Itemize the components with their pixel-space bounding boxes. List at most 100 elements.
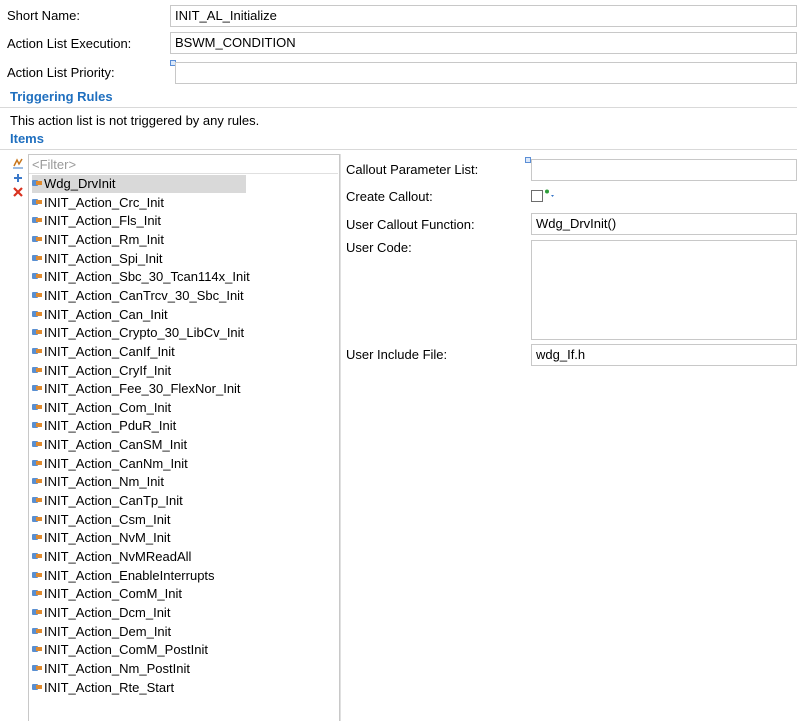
list-item-label: INIT_Action_Fee_30_FlexNor_Init: [44, 381, 241, 397]
list-item[interactable]: INIT_Action_PduR_Init: [32, 417, 180, 435]
list-item[interactable]: INIT_Action_CanIf_Init: [32, 343, 179, 361]
list-item[interactable]: INIT_Action_Csm_Init: [32, 511, 174, 529]
list-item-label: INIT_Action_Sbc_30_Tcan114x_Init: [44, 269, 250, 285]
list-item-label: INIT_Action_CanSM_Init: [44, 437, 188, 453]
action-item-icon: [32, 589, 42, 597]
triggering-rules-title: Triggering Rules: [10, 89, 113, 104]
action-item-icon: [32, 291, 42, 299]
user-callout-input[interactable]: Wdg_DrvInit(): [531, 213, 797, 235]
list-item[interactable]: INIT_Action_Crc_Init: [32, 194, 168, 212]
short-name-label: Short Name:: [7, 8, 80, 23]
action-item-icon: [32, 254, 42, 262]
list-item[interactable]: INIT_Action_Crypto_30_LibCv_Init: [32, 324, 248, 342]
list-item[interactable]: INIT_Action_CanTrcv_30_Sbc_Init: [32, 287, 248, 305]
list-item-label: INIT_Action_NvM_Init: [44, 530, 171, 546]
list-item[interactable]: INIT_Action_ComM_PostInit: [32, 641, 212, 659]
list-item[interactable]: INIT_Action_EnableInterrupts: [32, 567, 219, 585]
user-callout-label: User Callout Function:: [346, 217, 475, 232]
list-item-label: Wdg_DrvInit: [44, 176, 116, 191]
action-item-icon: [32, 533, 42, 541]
action-item-icon: [32, 403, 42, 411]
list-item-label: INIT_Action_CryIf_Init: [44, 362, 172, 378]
action-item-icon: [32, 552, 42, 560]
action-item-icon: [32, 477, 42, 485]
user-code-textarea[interactable]: [531, 240, 797, 340]
list-item[interactable]: INIT_Action_CanSM_Init: [32, 436, 191, 454]
list-item-label: INIT_Action_Crypto_30_LibCv_Init: [44, 325, 245, 341]
action-item-icon: [32, 496, 42, 504]
list-item[interactable]: INIT_Action_Nm_PostInit: [32, 660, 194, 678]
list-item[interactable]: INIT_Action_Dem_Init: [32, 623, 175, 641]
list-item-label: INIT_Action_Rte_Start: [44, 679, 175, 695]
priority-label: Action List Priority:: [7, 65, 115, 80]
list-item[interactable]: INIT_Action_Fls_Init: [32, 212, 165, 230]
list-item-label: INIT_Action_Com_Init: [44, 399, 172, 415]
list-item[interactable]: INIT_Action_NvM_Init: [32, 529, 174, 547]
list-item-label: INIT_Action_CanTp_Init: [44, 493, 183, 509]
action-item-icon: [32, 310, 42, 318]
action-item-icon: [32, 198, 42, 206]
action-item-icon: [32, 627, 42, 635]
list-item-label: INIT_Action_Nm_Init: [44, 474, 164, 490]
create-callout-checkbox[interactable]: [531, 190, 543, 202]
section-divider: [0, 149, 797, 150]
delete-icon[interactable]: [11, 186, 25, 198]
action-item-icon: [32, 459, 42, 467]
list-item-label: INIT_Action_EnableInterrupts: [44, 567, 215, 583]
list-item-label: INIT_Action_Dem_Init: [44, 623, 172, 639]
list-item-label: INIT_Action_NvMReadAll: [44, 549, 192, 564]
action-item-icon: [32, 179, 42, 187]
list-item-label: INIT_Action_CanNm_Init: [44, 455, 188, 471]
action-item-icon: [32, 384, 42, 392]
list-item[interactable]: INIT_Action_Rte_Start: [32, 679, 178, 697]
list-item-label: INIT_Action_ComM_Init: [44, 586, 182, 602]
short-name-input[interactable]: INIT_AL_Initialize: [170, 5, 797, 27]
priority-input[interactable]: [175, 62, 797, 84]
list-item-label: INIT_Action_PduR_Init: [44, 418, 177, 434]
action-item-icon: [32, 515, 42, 523]
sort-icon[interactable]: [11, 157, 25, 169]
list-item-label: INIT_Action_Csm_Init: [44, 511, 171, 527]
action-item-icon: [32, 683, 42, 691]
user-code-label: User Code:: [346, 240, 412, 255]
action-item-icon: [32, 235, 42, 243]
list-item-label: INIT_Action_Can_Init: [44, 306, 168, 322]
action-item-icon: [32, 664, 42, 672]
action-item-icon: [32, 421, 42, 429]
list-item[interactable]: INIT_Action_Can_Init: [32, 306, 172, 324]
action-item-icon: [32, 645, 42, 653]
list-item-label: INIT_Action_CanTrcv_30_Sbc_Init: [44, 287, 244, 303]
add-icon[interactable]: [11, 172, 25, 184]
list-item[interactable]: INIT_Action_NvMReadAll: [32, 548, 195, 566]
list-item[interactable]: Wdg_DrvInit: [32, 175, 246, 193]
action-item-icon: [32, 216, 42, 224]
include-file-label: User Include File:: [346, 347, 448, 362]
action-item-icon: [32, 347, 42, 355]
action-item-icon: [32, 608, 42, 616]
execution-label: Action List Execution:: [7, 36, 132, 51]
list-item[interactable]: INIT_Action_CryIf_Init: [32, 362, 175, 380]
list-item[interactable]: INIT_Action_CanTp_Init: [32, 492, 187, 510]
list-item-label: INIT_Action_Fls_Init: [44, 213, 162, 229]
list-item[interactable]: INIT_Action_CanNm_Init: [32, 455, 192, 473]
list-item[interactable]: INIT_Action_Com_Init: [32, 399, 175, 417]
checkbox-dropdown-icon[interactable]: [544, 189, 558, 201]
list-item-label: INIT_Action_ComM_PostInit: [44, 642, 209, 658]
callout-param-input[interactable]: [531, 159, 797, 181]
list-item-label: INIT_Action_Crc_Init: [44, 194, 164, 210]
panel-divider: [340, 154, 341, 721]
execution-select[interactable]: BSWM_CONDITION: [170, 32, 797, 54]
list-item-label: INIT_Action_Nm_PostInit: [44, 660, 190, 676]
create-callout-label: Create Callout:: [346, 189, 433, 204]
list-item-label: INIT_Action_CanIf_Init: [44, 343, 175, 359]
list-item[interactable]: INIT_Action_Sbc_30_Tcan114x_Init: [32, 268, 254, 286]
list-item[interactable]: INIT_Action_Rm_Init: [32, 231, 168, 249]
include-file-input[interactable]: wdg_If.h: [531, 344, 797, 366]
list-item[interactable]: INIT_Action_Dcm_Init: [32, 604, 174, 622]
list-item[interactable]: INIT_Action_Fee_30_FlexNor_Init: [32, 380, 245, 398]
action-item-icon: [32, 328, 42, 336]
filter-input[interactable]: <Filter>: [29, 155, 338, 174]
list-item[interactable]: INIT_Action_Nm_Init: [32, 473, 168, 491]
list-item[interactable]: INIT_Action_Spi_Init: [32, 250, 167, 268]
list-item[interactable]: INIT_Action_ComM_Init: [32, 585, 186, 603]
